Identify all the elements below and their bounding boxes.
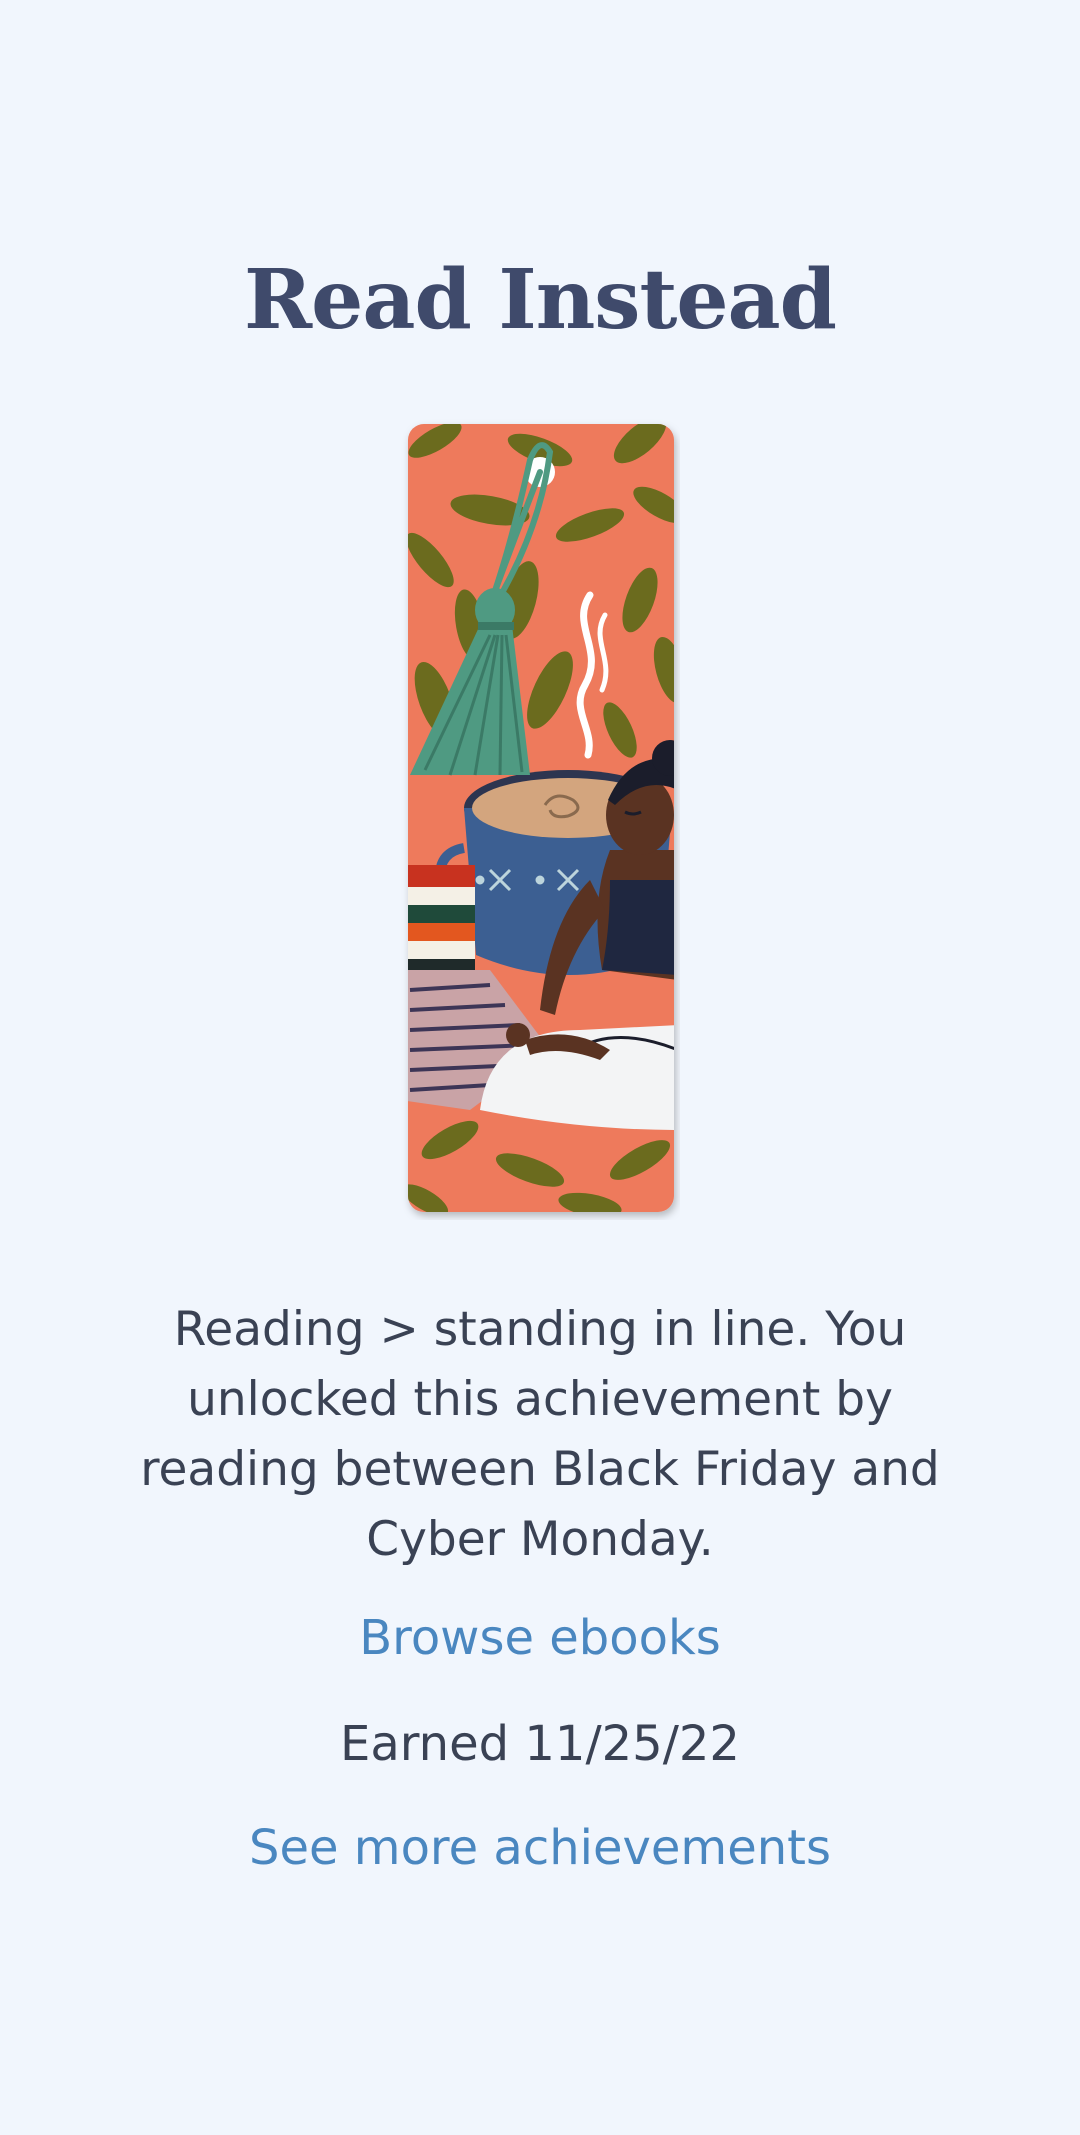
achievement-description: Reading > standing in line. You unlocked… bbox=[140, 1302, 940, 1567]
bookmark-illustration bbox=[340, 410, 680, 1220]
see-more-achievements-link[interactable]: See more achievements bbox=[0, 1820, 1080, 1876]
earned-date: Earned 11/25/22 bbox=[340, 1716, 740, 1772]
bookmark-image bbox=[408, 424, 674, 1212]
browse-ebooks-link[interactable]: Browse ebooks bbox=[0, 1610, 1080, 1666]
achievement-title: Read Instead bbox=[244, 252, 837, 348]
